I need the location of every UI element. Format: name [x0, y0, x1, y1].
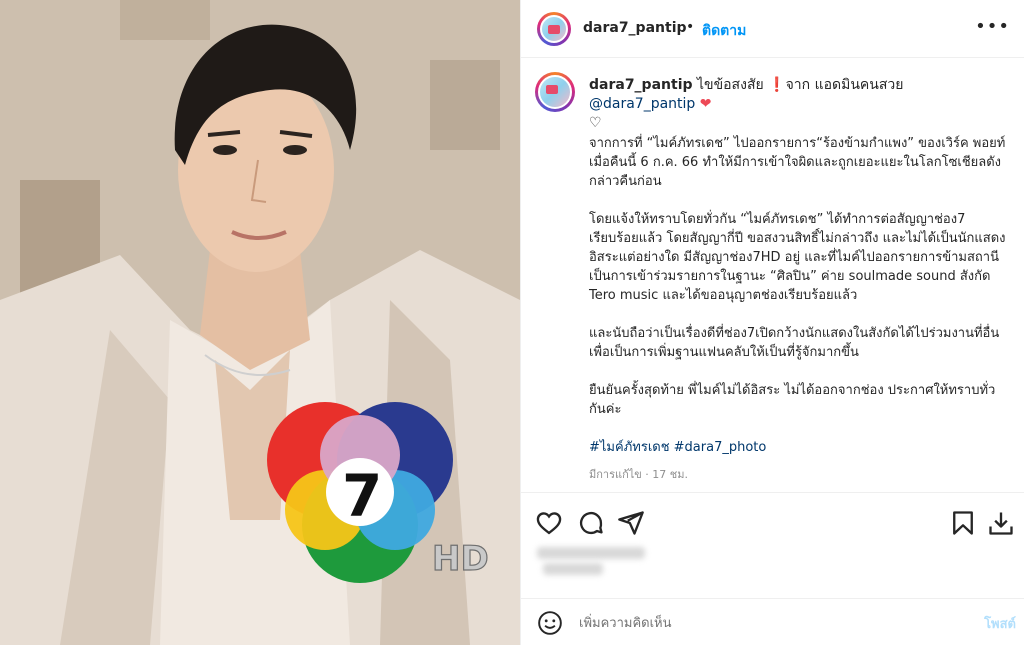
comment-icon[interactable]: [577, 509, 605, 537]
emoji-icon[interactable]: [537, 610, 563, 636]
photo-illustration: 7 HD: [0, 0, 520, 645]
avatar[interactable]: [537, 12, 571, 46]
caption-intro: ไขข้อสงสัย: [696, 77, 764, 93]
more-options-icon[interactable]: •••: [975, 16, 1010, 37]
caption-avatar[interactable]: [535, 72, 575, 112]
username-link[interactable]: dara7_pantip: [583, 20, 687, 36]
comment-bar: โพสต์: [521, 598, 1024, 645]
download-icon[interactable]: [987, 509, 1015, 537]
heart-outline-emoji: ♡: [589, 115, 602, 131]
caption-intro-rest: จาก แอดมินคนสวย: [785, 77, 904, 93]
caption-paragraph: และนับถือว่าเป็นเรื่องดีที่ช่อง7เปิดกว้า…: [589, 326, 1000, 360]
mention-link[interactable]: @dara7_pantip: [589, 96, 695, 112]
follow-button[interactable]: ติดตาม: [702, 20, 746, 42]
post-header: dara7_pantip • ติดตาม •••: [521, 0, 1024, 58]
post-comment-button[interactable]: โพสต์: [984, 613, 1016, 634]
bookmark-icon[interactable]: [949, 509, 977, 537]
caption-header: dara7_pantip ไขข้อสงสัย ❗จาก แอดมินคนสวย…: [589, 76, 1007, 133]
caption-paragraph: จากการที่ “ไมค์ภัทรเดช” ไปออกรายการ“ร้อง…: [589, 136, 1006, 189]
logo-number: 7: [342, 462, 382, 530]
comment-input[interactable]: [577, 611, 961, 635]
caption-body: จากการที่ “ไมค์ภัทรเดช” ไปออกรายการ“ร้อง…: [589, 134, 1009, 476]
edited-timestamp: มีการแก้ไข · 17 ชม.: [589, 468, 688, 481]
post-side-panel: dara7_pantip • ติดตาม ••• dara7_pantip ไ…: [520, 0, 1024, 645]
action-bar: [521, 492, 1024, 592]
caption-section: dara7_pantip ไขข้อสงสัย ❗จาก แอดมินคนสวย…: [521, 58, 1024, 492]
hashtag-links[interactable]: #ไมค์ภัทรเดช #dara7_photo: [589, 438, 1009, 457]
caption-paragraph: โดยแจ้งให้ทราบโดยทั่วกัน “ไมค์ภัทรเดช” ไ…: [589, 212, 1006, 303]
caption-paragraph: ยืนยันครั้งสุดท้าย พี่ไมค์ไม่ได้อิสระ ไม…: [589, 383, 996, 417]
caption-username[interactable]: dara7_pantip: [589, 77, 693, 93]
send-icon[interactable]: [617, 509, 645, 537]
logo-hd-text: HD: [432, 539, 489, 579]
likes-count-blurred: [537, 543, 657, 579]
exclaim-emoji: ❗: [768, 77, 786, 93]
heart-red-emoji: ❤: [699, 96, 712, 112]
heart-icon[interactable]: [535, 509, 563, 537]
separator-dot: •: [686, 19, 695, 35]
post-photo[interactable]: 7 HD: [0, 0, 520, 645]
